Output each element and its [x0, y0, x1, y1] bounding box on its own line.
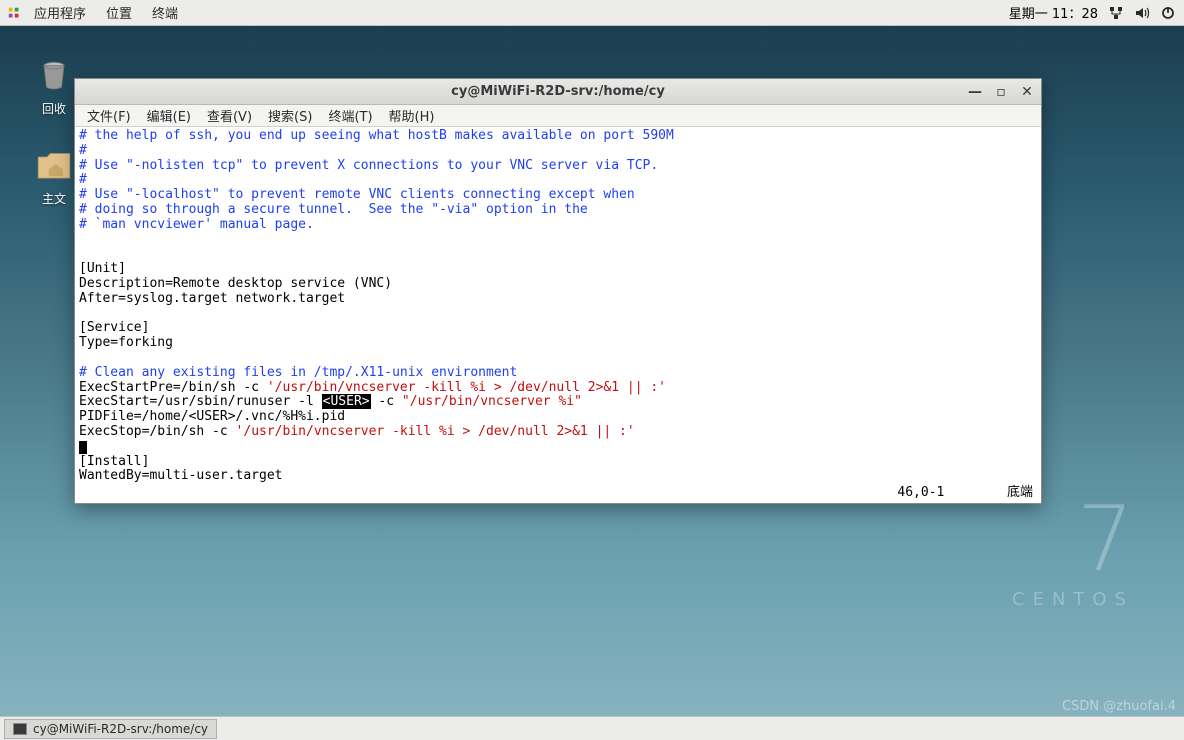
terminal-window: cy@MiWiFi-R2D-srv:/home/cy — ▫ ✕ 文件(F) 编…	[74, 78, 1042, 504]
terminal-menubar: 文件(F) 编辑(E) 查看(V) 搜索(S) 终端(T) 帮助(H)	[75, 105, 1041, 127]
comment-line: #	[79, 172, 87, 187]
config-line: Type=forking	[79, 335, 173, 350]
close-button[interactable]: ✕	[1019, 84, 1035, 100]
volume-icon[interactable]	[1134, 5, 1150, 21]
vi-status-line: 46,0-1 底端	[897, 486, 1033, 501]
window-title: cy@MiWiFi-R2D-srv:/home/cy	[451, 84, 665, 99]
comment-line: # `man vncviewer' manual page.	[79, 217, 314, 232]
window-titlebar[interactable]: cy@MiWiFi-R2D-srv:/home/cy — ▫ ✕	[75, 79, 1041, 105]
config-line: Description=Remote desktop service (VNC)	[79, 276, 392, 291]
user-placeholder: <USER>	[322, 394, 371, 409]
comment-line: # Use "-nolisten tcp" to prevent X conne…	[79, 158, 658, 173]
centos-name: CENTOS	[1012, 589, 1134, 610]
taskbar-item-label: cy@MiWiFi-R2D-srv:/home/cy	[33, 722, 208, 736]
clock[interactable]: 星期一 11：28	[1009, 3, 1098, 22]
config-line: WantedBy=multi-user.target	[79, 468, 283, 483]
menu-places[interactable]: 位置	[96, 3, 142, 22]
centos-version: 7	[1012, 495, 1134, 585]
comment-line: # doing so through a secure tunnel. See …	[79, 202, 588, 217]
config-line: [Unit]	[79, 261, 126, 276]
applications-icon	[8, 5, 24, 21]
comment-line: # Use "-localhost" to prevent remote VNC…	[79, 187, 635, 202]
menu-terminal-menu[interactable]: 终端(T)	[320, 106, 380, 125]
trash-icon	[30, 50, 78, 98]
config-line: -c	[371, 394, 402, 409]
taskbar-item-terminal[interactable]: cy@MiWiFi-R2D-srv:/home/cy	[4, 719, 217, 739]
network-icon[interactable]	[1108, 5, 1124, 21]
string-literal: '/usr/bin/vncserver -kill %i > /dev/null…	[267, 380, 666, 395]
menu-view[interactable]: 查看(V)	[199, 106, 260, 125]
config-line: [Service]	[79, 320, 149, 335]
folder-home-icon	[30, 140, 78, 188]
power-icon[interactable]	[1160, 5, 1176, 21]
config-line: After=syslog.target network.target	[79, 291, 345, 306]
menu-help[interactable]: 帮助(H)	[381, 106, 443, 125]
watermark: CSDN @zhuofai.4	[1062, 699, 1176, 714]
config-line: ExecStop=/bin/sh -c	[79, 424, 236, 439]
string-literal: "/usr/bin/vncserver %i"	[402, 394, 582, 409]
config-line: ExecStartPre=/bin/sh -c	[79, 380, 267, 395]
comment-line: # the help of ssh, you end up seeing wha…	[79, 128, 674, 143]
config-line: ExecStart=/usr/sbin/runuser -l	[79, 394, 322, 409]
wallpaper-logo: 7 CENTOS	[1012, 495, 1134, 610]
terminal-mini-icon	[13, 723, 27, 735]
top-panel: 应用程序 位置 终端 星期一 11：28	[0, 0, 1184, 26]
config-line: [Install]	[79, 454, 149, 469]
menu-search[interactable]: 搜索(S)	[260, 106, 320, 125]
menu-terminal[interactable]: 终端	[142, 3, 188, 22]
terminal-content[interactable]: # the help of ssh, you end up seeing wha…	[75, 127, 1041, 503]
comment-line: #	[79, 143, 87, 158]
minimize-button[interactable]: —	[967, 84, 983, 100]
bottom-panel: cy@MiWiFi-R2D-srv:/home/cy	[0, 716, 1184, 740]
menu-applications[interactable]: 应用程序	[24, 3, 96, 22]
cursor	[79, 441, 87, 454]
menu-file[interactable]: 文件(F)	[79, 106, 139, 125]
config-line: PIDFile=/home/<USER>/.vnc/%H%i.pid	[79, 409, 345, 424]
string-literal: '/usr/bin/vncserver -kill %i > /dev/null…	[236, 424, 635, 439]
menu-edit[interactable]: 编辑(E)	[139, 106, 199, 125]
maximize-button[interactable]: ▫	[993, 84, 1009, 100]
comment-line: # Clean any existing files in /tmp/.X11-…	[79, 365, 517, 380]
